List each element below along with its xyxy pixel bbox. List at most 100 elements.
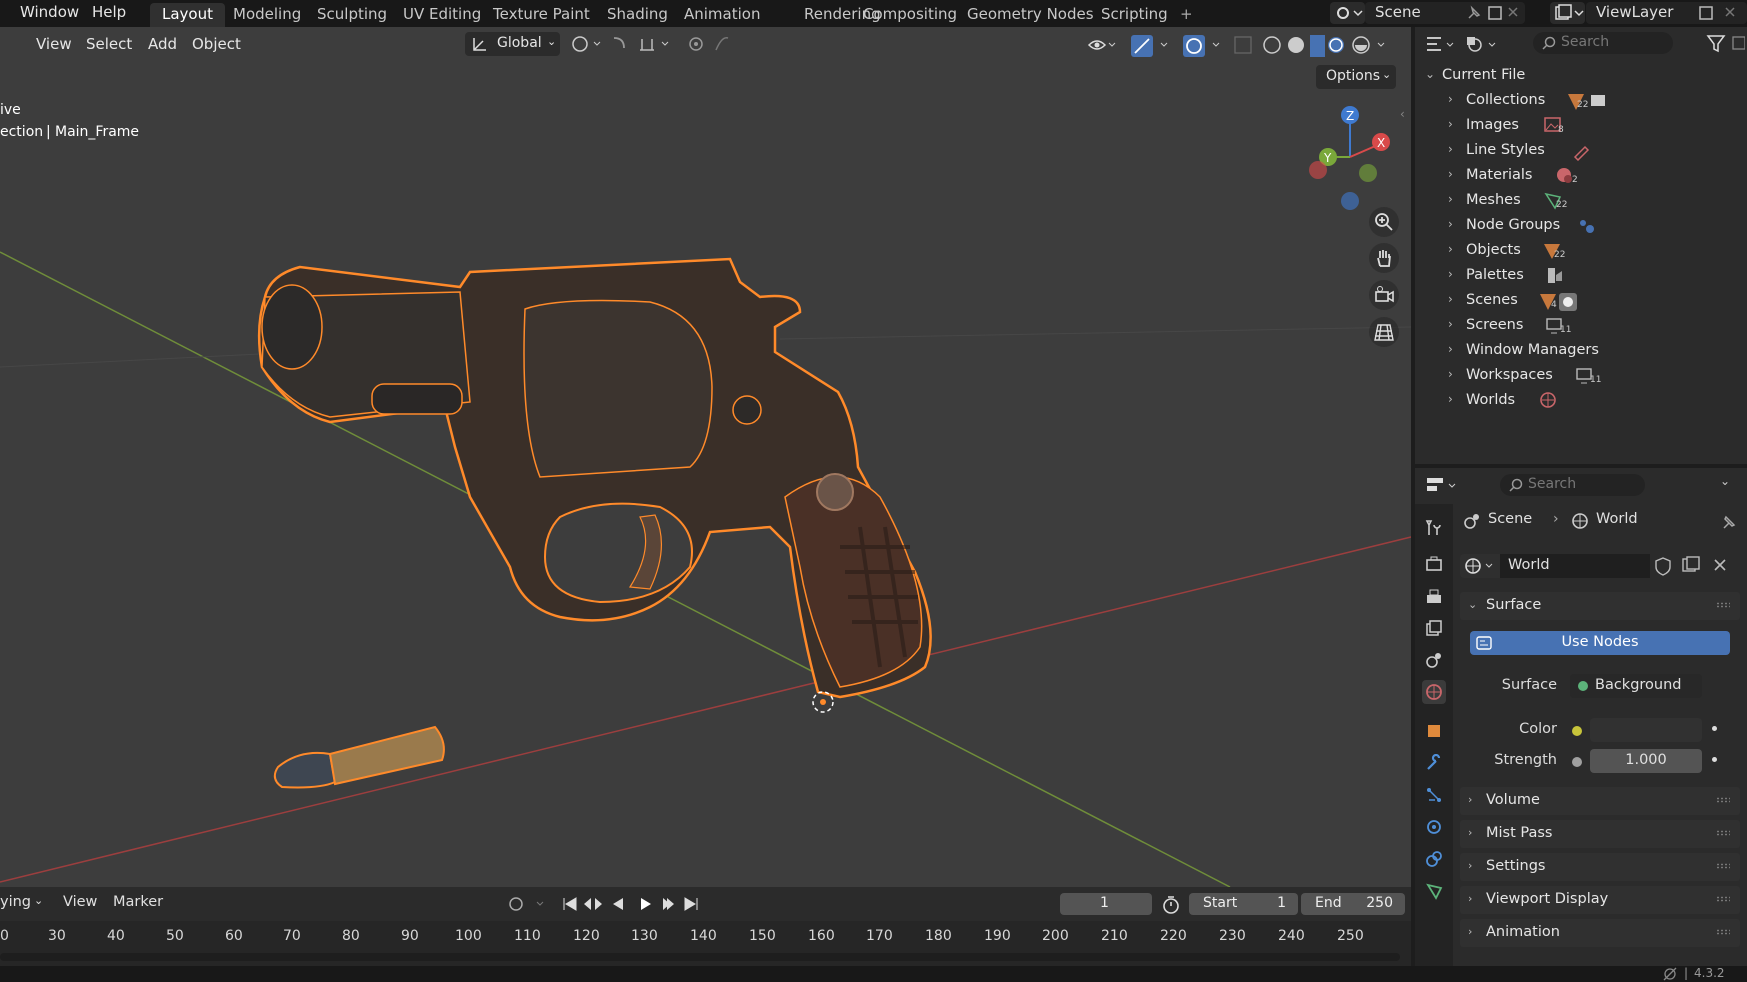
outliner-item-palettes[interactable]: › Palettes <box>1415 264 1747 289</box>
tab-uv-editing[interactable]: UV Editing <box>391 3 493 27</box>
tab-shading[interactable]: Shading <box>595 3 680 27</box>
scene-tab-icon[interactable] <box>1422 648 1446 672</box>
view-layer-tab-icon[interactable] <box>1422 616 1446 640</box>
keyframe-dot-icon[interactable] <box>1712 726 1717 731</box>
world-name-field[interactable]: World <box>1500 554 1650 578</box>
drag-grip-icon[interactable] <box>1716 830 1730 836</box>
use-nodes-button[interactable]: Use Nodes <box>1470 631 1730 655</box>
drag-grip-icon[interactable] <box>1716 863 1730 869</box>
outliner-item-workspaces[interactable]: › Workspaces 11 <box>1415 364 1747 389</box>
drag-grip-icon[interactable] <box>1716 797 1730 803</box>
physics-tab-icon[interactable] <box>1422 815 1446 839</box>
vp-menu-object[interactable]: Object <box>192 35 241 53</box>
world-browse-button[interactable] <box>1460 554 1500 578</box>
shading-solid-material-icons[interactable] <box>1328 33 1388 57</box>
constraints-tab-icon[interactable] <box>1422 847 1446 871</box>
outliner-item-objects[interactable]: › Objects 22 <box>1415 239 1747 264</box>
stopwatch-icon[interactable] <box>1160 894 1182 916</box>
outliner-item-window-managers[interactable]: › Window Managers <box>1415 339 1747 364</box>
outliner-item-meshes[interactable]: › Meshes 22 <box>1415 189 1747 214</box>
timeline-menu-view[interactable]: View <box>63 894 97 910</box>
tab-sculpting[interactable]: Sculpting <box>305 3 399 27</box>
tab-modeling[interactable]: Modeling <box>221 3 313 27</box>
shading-mode-icons[interactable] <box>1085 33 1325 57</box>
viewlayer-browse-button[interactable] <box>1550 2 1585 24</box>
panel-volume[interactable]: › Volume <box>1460 787 1740 815</box>
drag-grip-icon[interactable] <box>1716 602 1730 608</box>
panel-animation[interactable]: › Animation <box>1460 919 1740 947</box>
pivot-snap-icons[interactable] <box>568 33 748 55</box>
timeline-scrollbar[interactable] <box>0 953 1400 961</box>
drag-grip-icon[interactable] <box>1716 929 1730 935</box>
timeline-menu-marker[interactable]: Marker <box>113 894 163 910</box>
outliner-item-materials[interactable]: › Materials 2 <box>1415 164 1747 189</box>
add-workspace-button[interactable]: + <box>1168 3 1205 27</box>
3d-viewport[interactable]: View Select Add Object Global ⌄ Options … <box>0 27 1411 887</box>
tool-tab-icon[interactable] <box>1422 516 1446 540</box>
menu-window[interactable]: Window <box>20 3 79 21</box>
outliner-item-collections[interactable]: › Collections 22 <box>1415 89 1747 114</box>
navigation-gizmo[interactable]: Z Y X <box>1295 102 1405 212</box>
playback-dropdown[interactable]: ying <box>0 894 31 910</box>
outliner-item-worlds[interactable]: › Worlds <box>1415 389 1747 414</box>
tab-texture-paint[interactable]: Texture Paint <box>481 3 602 27</box>
color-socket-icon[interactable] <box>1572 726 1582 736</box>
viewlayer-name-field[interactable]: ViewLayer <box>1586 2 1747 24</box>
pan-hand-icon[interactable] <box>1369 243 1399 273</box>
filter-icon[interactable] <box>1705 33 1745 53</box>
vp-menu-add[interactable]: Add <box>148 35 177 53</box>
outliner-item-scenes[interactable]: › Scenes 4 <box>1415 289 1747 314</box>
particles-tab-icon[interactable] <box>1422 783 1446 807</box>
output-tab-icon[interactable] <box>1422 584 1446 608</box>
modifier-tab-icon[interactable] <box>1422 751 1446 775</box>
scene-name-field[interactable]: Scene <box>1365 2 1525 24</box>
outliner-item-images[interactable]: › Images 8 <box>1415 114 1747 139</box>
playback-controls[interactable] <box>505 893 715 915</box>
properties-editor-icon[interactable] <box>1425 474 1465 498</box>
outliner-item-line-styles[interactable]: › Line Styles <box>1415 139 1747 164</box>
camera-view-icon[interactable] <box>1369 280 1399 310</box>
chevron-down-icon[interactable]: ⌄ <box>1720 474 1730 488</box>
end-frame-field[interactable]: End 250 <box>1301 893 1405 915</box>
sidebar-toggle-icon[interactable]: ‹ <box>1400 107 1405 121</box>
pin-icon[interactable] <box>1720 513 1738 531</box>
world-tab-icon[interactable] <box>1422 680 1446 704</box>
data-tab-icon[interactable] <box>1422 879 1446 903</box>
vp-menu-select[interactable]: Select <box>86 35 132 53</box>
drag-grip-icon[interactable] <box>1716 896 1730 902</box>
outliner-root[interactable]: ⌄ Current File <box>1415 64 1747 89</box>
value-socket-icon[interactable] <box>1572 757 1582 767</box>
perspective-grid-icon[interactable] <box>1369 317 1399 347</box>
start-frame-field[interactable]: Start 1 <box>1189 893 1298 915</box>
color-swatch[interactable] <box>1590 718 1702 742</box>
zoom-icon[interactable] <box>1369 207 1399 237</box>
outliner-editor-icons[interactable] <box>1423 33 1533 55</box>
strength-field[interactable]: 1.000 <box>1590 749 1702 773</box>
keyframe-dot-icon[interactable] <box>1712 757 1717 762</box>
tab-geometry-nodes[interactable]: Geometry Nodes <box>955 3 1106 27</box>
render-tab-icon[interactable] <box>1422 552 1446 576</box>
outliner-search-input[interactable]: Search <box>1533 32 1673 54</box>
properties-search-input[interactable]: Search <box>1500 474 1645 496</box>
tab-layout[interactable]: Layout <box>150 3 225 27</box>
panel-viewport-display[interactable]: › Viewport Display <box>1460 886 1740 914</box>
scene-pin-icon[interactable] <box>1465 4 1521 22</box>
tab-animation[interactable]: Animation <box>672 3 772 27</box>
tab-compositing-visible[interactable]: Compositing <box>851 3 969 27</box>
menu-help[interactable]: Help <box>92 3 126 21</box>
world-actions-icons[interactable] <box>1655 555 1740 577</box>
tab-scripting[interactable]: Scripting <box>1089 3 1180 27</box>
options-dropdown[interactable]: Options ⌄ <box>1316 65 1396 89</box>
viewlayer-new-icon[interactable] <box>1696 4 1746 22</box>
panel-surface[interactable]: ⌄ Surface <box>1460 592 1740 620</box>
outliner-item-screens[interactable]: › Screens 11 <box>1415 314 1747 339</box>
outliner-item-node-groups[interactable]: › Node Groups <box>1415 214 1747 239</box>
scene-browse-button[interactable] <box>1330 2 1365 24</box>
current-frame-field[interactable]: 1 <box>1060 893 1152 915</box>
timeline-ruler[interactable]: 0 30 40 50 60 70 80 90 100 110 120 130 1… <box>0 921 1411 966</box>
panel-mist-pass[interactable]: › Mist Pass <box>1460 820 1740 848</box>
surface-shader-dropdown[interactable]: Background <box>1570 674 1702 698</box>
object-tab-icon[interactable] <box>1422 719 1446 743</box>
transform-orientation-dropdown[interactable]: Global ⌄ <box>465 32 560 56</box>
panel-settings[interactable]: › Settings <box>1460 853 1740 881</box>
